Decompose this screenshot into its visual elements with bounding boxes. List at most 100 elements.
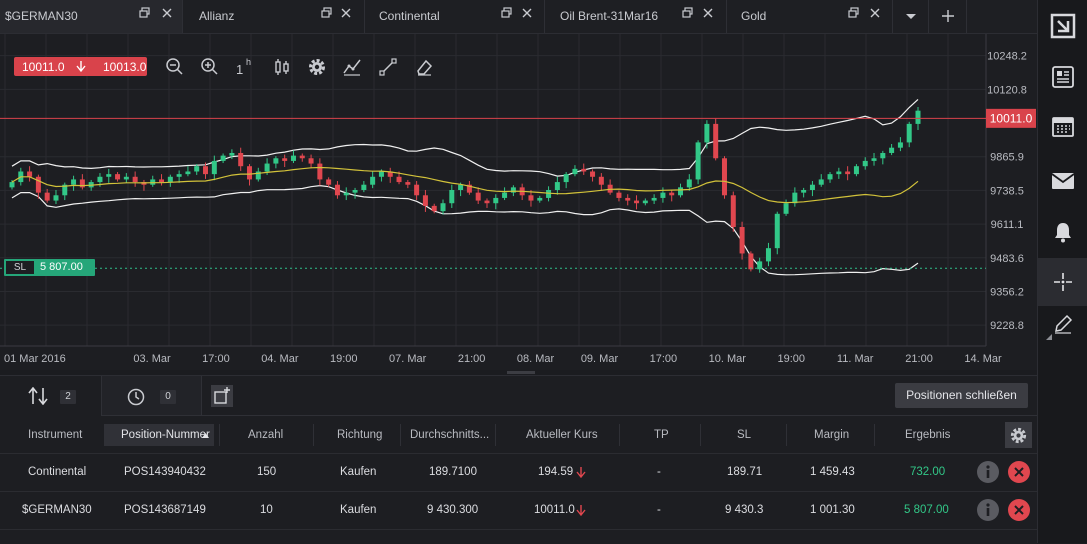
clock-icon	[127, 388, 145, 406]
settings-gear-icon	[1010, 427, 1027, 444]
candle-body	[783, 203, 789, 214]
col-direction[interactable]: Richtung	[337, 429, 382, 441]
candle-body	[721, 158, 727, 196]
table-row[interactable]: $GERMAN30 POS143687149 10 Kaufen 9 430.3…	[0, 492, 1037, 529]
x-tick-label: 17:00	[202, 353, 230, 365]
candle-body	[765, 248, 771, 262]
close-position-icon[interactable]	[1008, 461, 1030, 483]
col-quantity[interactable]: Anzahl	[248, 429, 283, 441]
candle-body	[669, 192, 675, 196]
col-tp[interactable]: TP	[654, 429, 669, 441]
table-row[interactable]: Continental POS143940432 150 Kaufen 189.…	[0, 454, 1037, 491]
candle-body	[343, 192, 349, 196]
trendline-icon[interactable]	[378, 57, 398, 77]
y-tick-label: 10120.8	[987, 84, 1027, 96]
close-icon[interactable]	[870, 8, 880, 18]
positions-count-badge: 2	[60, 390, 76, 404]
drawing-button[interactable]	[1038, 300, 1087, 348]
candle-body	[326, 179, 332, 185]
candle-body	[853, 166, 859, 175]
tab-gold[interactable]: Gold	[727, 0, 893, 33]
pencil-icon	[1054, 314, 1072, 334]
candle-body	[598, 176, 604, 185]
add-panel-button[interactable]	[202, 376, 242, 416]
add-tab-button[interactable]	[929, 0, 967, 33]
candle-body	[229, 152, 235, 156]
candle-type-icon[interactable]	[272, 57, 292, 77]
popout-icon[interactable]	[681, 6, 695, 20]
candle-body	[493, 197, 499, 204]
messages-button[interactable]	[1038, 157, 1087, 205]
table-settings-button[interactable]	[1005, 422, 1032, 448]
y-tick-label: 9611.1	[991, 219, 1024, 231]
zoom-in-icon[interactable]	[200, 57, 220, 77]
candle-body	[431, 205, 437, 212]
candle-body	[836, 171, 842, 175]
close-icon[interactable]	[341, 8, 351, 18]
tab-label: Allianz	[199, 9, 235, 23]
ask-price: 10013.0	[103, 60, 147, 74]
candle-body	[475, 192, 481, 201]
candle-body	[572, 168, 578, 175]
candle-body	[686, 179, 692, 188]
close-icon[interactable]	[522, 8, 532, 18]
current-price-label: 10011.0	[990, 111, 1033, 125]
candle-body	[774, 213, 780, 249]
tab-continental[interactable]: Continental	[365, 0, 545, 33]
tab-german30[interactable]: $GERMAN30	[0, 0, 183, 33]
eraser-icon[interactable]	[414, 57, 434, 77]
tab-orders[interactable]: 0	[101, 376, 202, 416]
bollinger-bands	[11, 98, 919, 276]
settings-gear-icon[interactable]	[307, 57, 327, 77]
alerts-button[interactable]	[1038, 208, 1087, 256]
tab-positions[interactable]: 2	[0, 376, 101, 416]
tab-oil-brent[interactable]: Oil Brent-31Mar16	[545, 0, 727, 33]
zoom-out-icon[interactable]	[165, 57, 185, 77]
logo-button[interactable]	[1038, 2, 1087, 50]
chart-area[interactable]: 10248.2 10120.8 9865.9 9738.5 9611.1 9483.6 93…	[0, 34, 1037, 370]
popout-icon[interactable]	[320, 6, 334, 20]
tabs-dropdown-button[interactable]	[893, 0, 929, 33]
x-tick-label: 09. Mar	[581, 353, 619, 365]
candle-body	[299, 155, 305, 159]
timeframe-button[interactable]: 1 h	[236, 57, 256, 77]
close-positions-button[interactable]: Positionen schließen	[895, 383, 1028, 408]
candlestick-chart[interactable]: 10248.2 10120.8 9865.9 9738.5 9611.1 9483.6 93…	[0, 34, 1037, 370]
bell-icon	[1054, 223, 1071, 243]
cell-result: 732.00	[910, 466, 946, 478]
cell-current: 194.59	[538, 466, 574, 478]
col-result[interactable]: Ergebnis	[905, 429, 950, 441]
candle-body	[167, 176, 173, 183]
col-sl[interactable]: SL	[737, 429, 751, 441]
crosshair-button[interactable]	[1038, 258, 1087, 306]
col-current-price[interactable]: Aktueller Kurs	[526, 429, 598, 441]
col-position-number[interactable]: Position-Nummer	[121, 429, 210, 441]
candle-body	[352, 190, 358, 193]
popout-icon[interactable]	[500, 6, 514, 20]
candle-body	[730, 195, 736, 228]
panel-resize-handle[interactable]	[507, 371, 535, 374]
popout-icon[interactable]	[847, 6, 861, 20]
col-average[interactable]: Durchschnitts...	[410, 429, 489, 441]
calendar-button[interactable]	[1038, 102, 1087, 150]
quote-widget[interactable]: 10011.0 10013.0	[14, 57, 147, 76]
candle-body	[115, 174, 121, 180]
indicators-icon[interactable]	[342, 57, 362, 77]
candle-body	[546, 190, 552, 198]
info-icon[interactable]	[977, 461, 999, 483]
close-position-icon[interactable]	[1008, 499, 1030, 521]
col-instrument[interactable]: Instrument	[28, 429, 82, 441]
cell-position: POS143940432	[124, 466, 206, 478]
candle-body	[414, 184, 420, 196]
col-margin[interactable]: Margin	[814, 429, 849, 441]
sl-marker[interactable]: SL 5 807.00	[4, 259, 95, 276]
tab-allianz[interactable]: Allianz	[183, 0, 365, 33]
info-icon[interactable]	[977, 499, 999, 521]
popout-icon[interactable]	[138, 6, 152, 20]
news-button[interactable]	[1038, 53, 1087, 101]
close-icon[interactable]	[703, 8, 713, 18]
close-icon[interactable]	[162, 8, 172, 18]
candle-body	[554, 182, 560, 190]
x-tick-label: 07. Mar	[389, 353, 427, 365]
candle-body	[238, 152, 244, 167]
